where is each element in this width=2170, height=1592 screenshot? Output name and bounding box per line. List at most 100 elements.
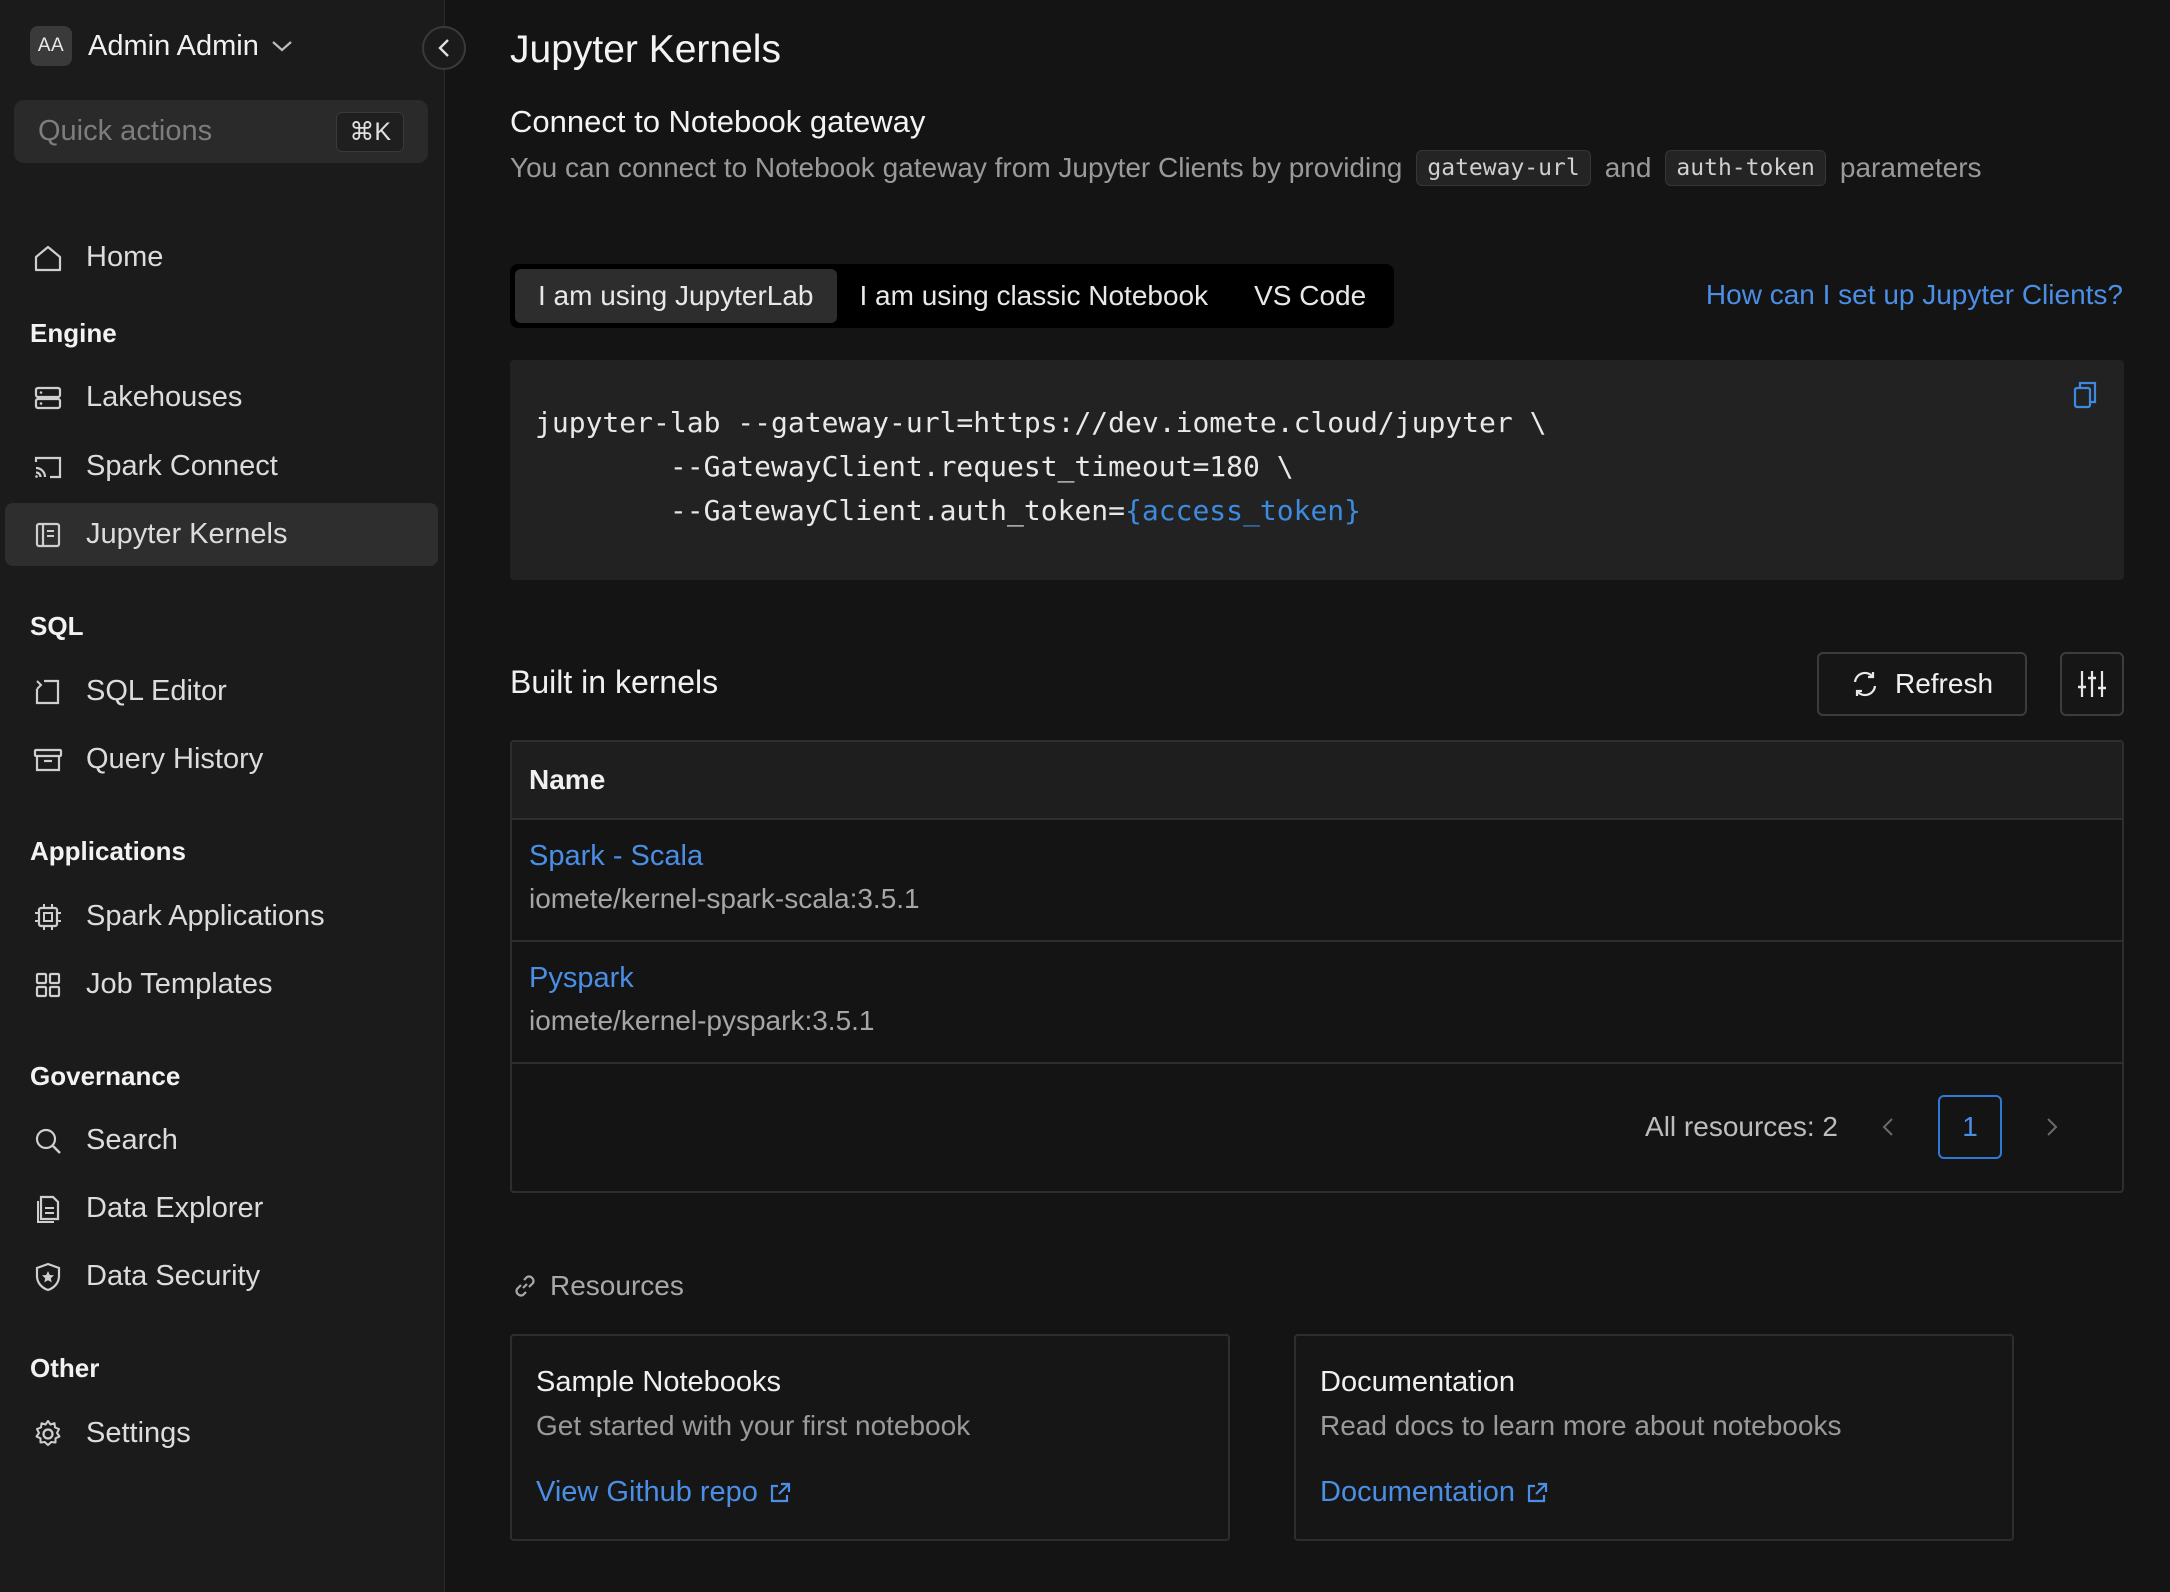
- page-button-current[interactable]: 1: [1938, 1095, 2002, 1159]
- kernel-image: iomete/kernel-pyspark:3.5.1: [529, 1005, 875, 1036]
- tab-vs-code[interactable]: VS Code: [1231, 269, 1389, 323]
- resource-card-documentation: Documentation Read docs to learn more ab…: [1294, 1334, 2014, 1541]
- avatar: AA: [30, 26, 72, 66]
- sidebar-item-label: Data Explorer: [86, 1192, 264, 1224]
- chevron-left-icon: [1881, 1116, 1895, 1138]
- quick-actions-placeholder: Quick actions: [38, 115, 213, 147]
- code-line-text: --GatewayClient.auth_token=: [535, 494, 1126, 527]
- sidebar-item-label: Job Templates: [86, 968, 273, 1000]
- card-title: Documentation: [1320, 1366, 1516, 1398]
- sidebar: AA Admin Admin Quick actions ⌘K Home Eng…: [0, 0, 445, 1592]
- card-description: Get started with your first notebook: [536, 1410, 971, 1441]
- tab-classic-notebook[interactable]: I am using classic Notebook: [837, 269, 1232, 323]
- external-link-icon: [758, 1481, 792, 1505]
- sidebar-item-label: Settings: [86, 1417, 191, 1449]
- kernel-name-link[interactable]: Spark - Scala: [529, 840, 703, 873]
- user-name: Admin Admin: [88, 29, 259, 62]
- resources-title: Resources: [510, 1270, 684, 1302]
- code-line: --GatewayClient.request_timeout=180 \: [535, 450, 1294, 483]
- nav-section-applications: Applications: [30, 836, 187, 866]
- column-settings-button[interactable]: [2060, 652, 2124, 716]
- sidebar-item-query-history[interactable]: Query History: [5, 728, 438, 791]
- card-link-label: Documentation: [1320, 1476, 1516, 1508]
- sidebar-item-label: Search: [86, 1124, 178, 1156]
- sidebar-item-label: Jupyter Kernels: [86, 518, 288, 550]
- copy-button[interactable]: [2068, 376, 2102, 414]
- chevron-right-icon: [2045, 1116, 2059, 1138]
- param-gateway-url: gateway-url: [1416, 150, 1591, 186]
- nav-section-governance: Governance: [30, 1061, 181, 1091]
- kernel-name-link[interactable]: Pyspark: [529, 962, 634, 995]
- prev-page-button[interactable]: [1868, 1107, 1908, 1147]
- sidebar-item-data-explorer[interactable]: Data Explorer: [5, 1177, 438, 1240]
- documents-icon: [31, 1192, 65, 1226]
- sidebar-item-label: Query History: [86, 743, 264, 775]
- client-tabs: I am using JupyterLab I am using classic…: [510, 264, 1395, 328]
- next-page-button[interactable]: [2032, 1107, 2072, 1147]
- sidebar-item-search[interactable]: Search: [5, 1109, 438, 1172]
- quick-actions-shortcut: ⌘K: [336, 111, 404, 152]
- access-token-placeholder: {access_token}: [1125, 494, 1362, 527]
- home-icon: [31, 241, 65, 275]
- page-title: Jupyter Kernels: [510, 28, 781, 71]
- table-header: Name: [512, 742, 2122, 820]
- sidebar-item-spark-applications[interactable]: Spark Applications: [5, 885, 438, 948]
- refresh-label: Refresh: [1894, 668, 1994, 699]
- external-link-icon: [1515, 1481, 1549, 1505]
- code-line: jupyter-lab --gateway-url=https://dev.io…: [535, 406, 1547, 439]
- server-icon: [31, 381, 65, 415]
- cast-icon: [31, 450, 65, 484]
- sidebar-item-sql-editor[interactable]: SQL Editor: [5, 660, 438, 723]
- quick-actions-input[interactable]: Quick actions ⌘K: [14, 100, 428, 163]
- search-icon: [31, 1124, 65, 1158]
- resource-card-sample-notebooks: Sample Notebooks Get started with your f…: [510, 1334, 1230, 1541]
- setup-help-link[interactable]: How can I set up Jupyter Clients?: [1706, 279, 2123, 311]
- nav-section-other: Other: [30, 1353, 100, 1383]
- connect-description: You can connect to Notebook gateway from…: [510, 150, 1982, 186]
- resources-title-text: Resources: [550, 1270, 684, 1301]
- connect-description-and: and: [1604, 152, 1652, 183]
- github-repo-link[interactable]: View Github repo: [536, 1476, 792, 1509]
- kernel-image: iomete/kernel-spark-scala:3.5.1: [529, 883, 920, 914]
- notebook-icon: [31, 518, 65, 552]
- kernels-section-title: Built in kernels: [510, 664, 719, 700]
- column-name-header: Name: [529, 764, 606, 795]
- documentation-link[interactable]: Documentation: [1320, 1476, 1549, 1509]
- sidebar-item-label: Home: [86, 241, 164, 273]
- grid-icon: [31, 968, 65, 1002]
- chevron-left-icon: [437, 38, 451, 58]
- sidebar-item-job-templates[interactable]: Job Templates: [5, 953, 438, 1016]
- card-link-label: View Github repo: [536, 1476, 758, 1508]
- shield-icon: [31, 1260, 65, 1294]
- sidebar-item-home[interactable]: Home: [5, 226, 438, 289]
- sidebar-item-jupyter-kernels[interactable]: Jupyter Kernels: [5, 503, 438, 566]
- user-menu[interactable]: AA Admin Admin: [30, 26, 293, 66]
- sidebar-item-lakehouses[interactable]: Lakehouses: [5, 366, 438, 429]
- archive-icon: [31, 743, 65, 777]
- card-title: Sample Notebooks: [536, 1366, 782, 1398]
- connect-section-title: Connect to Notebook gateway: [510, 104, 926, 139]
- sidebar-item-spark-connect[interactable]: Spark Connect: [5, 435, 438, 498]
- nav-section-sql: SQL: [30, 611, 84, 641]
- sidebar-item-label: Spark Connect: [86, 450, 278, 482]
- refresh-icon: [1851, 670, 1895, 698]
- sidebar-item-label: Data Security: [86, 1260, 261, 1292]
- card-description: Read docs to learn more about notebooks: [1320, 1410, 1842, 1441]
- tab-jupyterlab[interactable]: I am using JupyterLab: [515, 269, 837, 323]
- code-block: jupyter-lab --gateway-url=https://dev.io…: [510, 360, 2124, 580]
- refresh-button[interactable]: Refresh: [1817, 652, 2027, 716]
- sidebar-item-settings[interactable]: Settings: [5, 1402, 438, 1465]
- param-auth-token: auth-token: [1665, 150, 1826, 186]
- cpu-icon: [31, 900, 65, 934]
- sidebar-item-label: SQL Editor: [86, 675, 227, 707]
- sidebar-item-data-security[interactable]: Data Security: [5, 1245, 438, 1308]
- sql-editor-icon: [31, 675, 65, 709]
- sliders-icon: [2076, 668, 2108, 700]
- sidebar-item-label: Lakehouses: [86, 381, 243, 413]
- kernels-table: Name Spark - Scala iomete/kernel-spark-s…: [510, 740, 2124, 1193]
- collapse-sidebar-button[interactable]: [422, 26, 466, 70]
- sidebar-item-label: Spark Applications: [86, 900, 325, 932]
- chevron-down-icon: [271, 39, 293, 53]
- nav-section-engine: Engine: [30, 318, 117, 348]
- connect-description-text: You can connect to Notebook gateway from…: [510, 152, 1403, 183]
